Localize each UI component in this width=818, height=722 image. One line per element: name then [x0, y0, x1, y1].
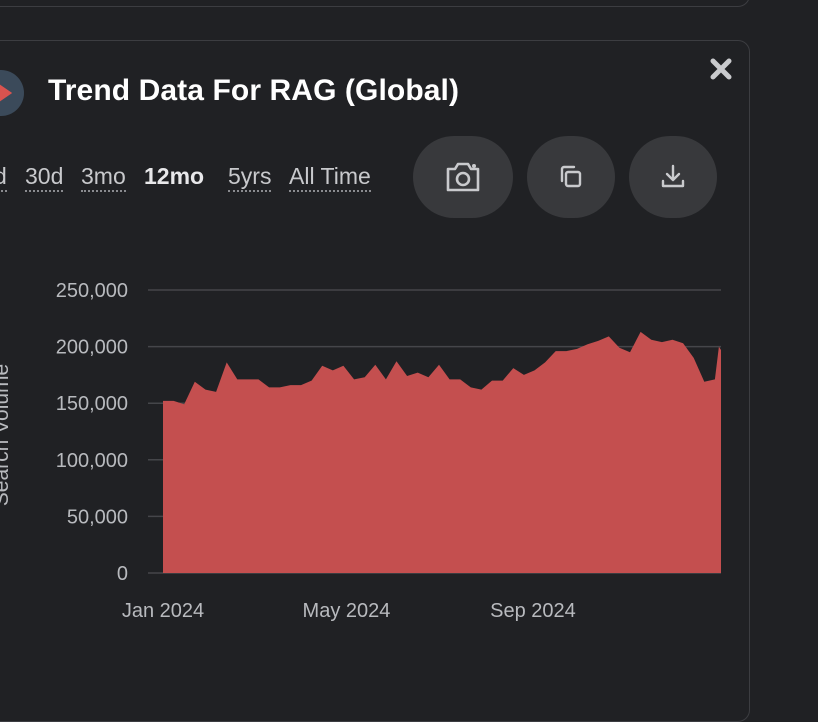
copy-icon	[560, 165, 582, 188]
camera-icon	[446, 162, 480, 192]
copy-button[interactable]	[527, 136, 615, 218]
trend-chart: 0 50,000 100,000 150,000 200,000 250,000 Jan 2…	[0, 280, 721, 622]
y-tick-label: 0	[117, 563, 128, 585]
y-tick-label: 50,000	[67, 506, 128, 528]
x-tick-label: Jan 2024	[122, 600, 204, 622]
x-tick-label: May 2024	[303, 600, 391, 622]
range-all-time[interactable]: All Time	[289, 162, 371, 192]
y-tick-label: 150,000	[56, 393, 128, 415]
close-icon[interactable]	[708, 56, 734, 82]
range-30d[interactable]: 30d	[25, 162, 64, 192]
logo-icon	[0, 70, 24, 116]
y-tick-label: 200,000	[56, 337, 128, 359]
y-tick-label: 100,000	[56, 450, 128, 472]
area-series	[163, 331, 721, 573]
download-button[interactable]	[629, 136, 717, 218]
screenshot-button[interactable]	[413, 136, 513, 218]
y-tick-label: 250,000	[56, 280, 128, 302]
download-icon	[661, 164, 685, 188]
range-3mo[interactable]: 3mo	[81, 162, 126, 192]
y-axis-label: Search Volume	[0, 364, 13, 506]
range-5yrs[interactable]: 5yrs	[228, 162, 272, 192]
panel-title: Trend Data For RAG (Global)	[48, 74, 460, 107]
range-12mo[interactable]: 12mo	[144, 162, 204, 190]
x-tick-label: Sep 2024	[490, 600, 576, 622]
previous-card	[0, 0, 750, 7]
range-7d[interactable]: d	[0, 162, 7, 192]
